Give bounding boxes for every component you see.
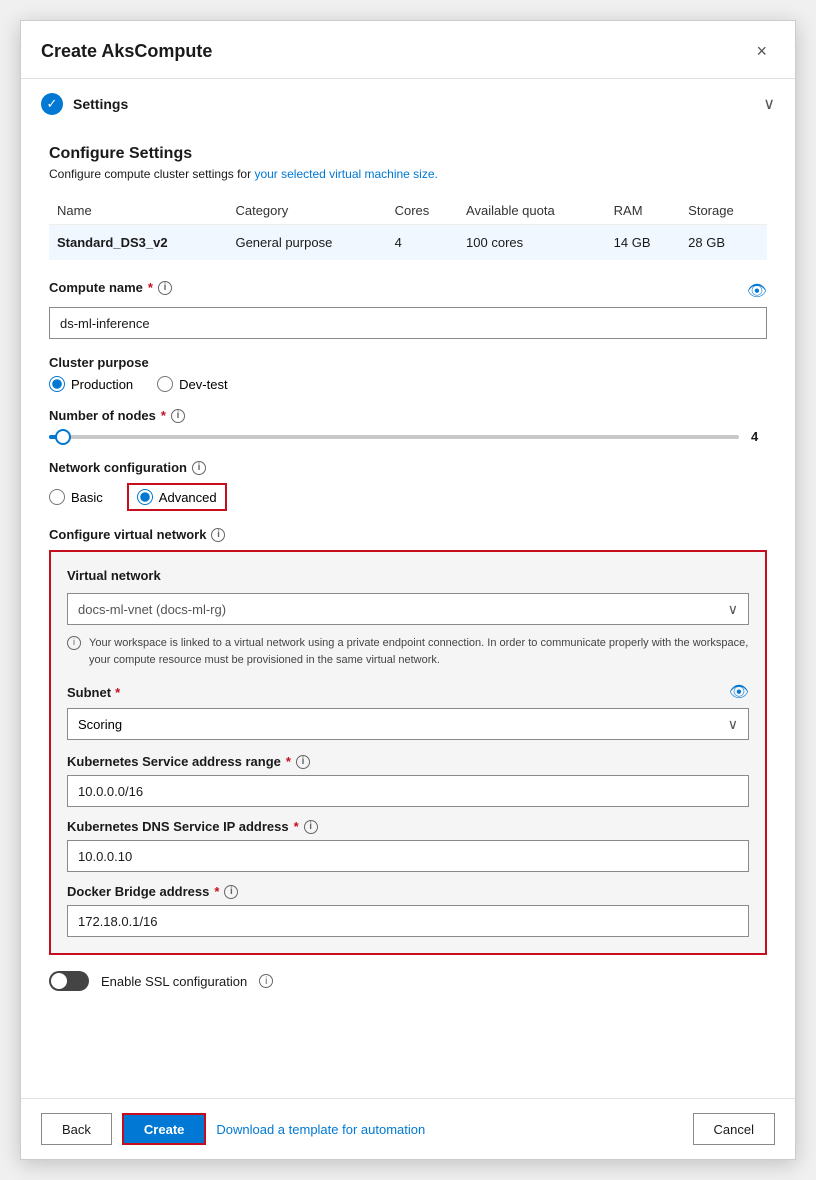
k8s-dns-label: Kubernetes DNS Service IP address * i — [67, 819, 749, 834]
main-content: Configure Settings Configure compute clu… — [21, 129, 795, 1098]
num-nodes-field: Number of nodes * i 4 — [49, 408, 767, 444]
ssl-toggle-info-icon[interactable]: i — [259, 974, 273, 988]
vm-storage: 28 GB — [680, 225, 767, 261]
automation-link[interactable]: Download a template for automation — [216, 1122, 425, 1137]
vnet-dropdown-chevron-icon: ∨ — [728, 601, 738, 618]
subnet-header: Subnet * 👁 — [67, 682, 749, 702]
vm-ram: 14 GB — [606, 225, 681, 261]
chevron-down-icon: ∨ — [763, 94, 775, 114]
required-star: * — [148, 280, 153, 295]
settings-section: ✓ Settings ∨ — [21, 78, 795, 129]
settings-label: Settings — [73, 96, 128, 112]
k8s-service-input[interactable] — [67, 775, 749, 807]
radio-basic-label: Basic — [71, 490, 103, 505]
cluster-purpose-radio-group: Production Dev-test — [49, 376, 767, 392]
vnet-box-title: Virtual network — [67, 568, 749, 583]
compute-name-info-icon[interactable]: i — [158, 281, 172, 295]
compute-name-label: Compute name * i — [49, 280, 172, 295]
vm-quota: 100 cores — [458, 225, 606, 261]
k8s-dns-info-icon[interactable]: i — [304, 820, 318, 834]
network-config-field: Network configuration i Basic Advanced — [49, 460, 767, 511]
vnet-dropdown-value: docs-ml-vnet (docs-ml-rg) — [78, 602, 226, 617]
radio-advanced[interactable]: Advanced — [131, 487, 223, 507]
ssl-toggle-switch[interactable] — [49, 971, 89, 991]
settings-check-icon: ✓ — [41, 93, 63, 115]
subnet-dropdown[interactable]: Scoring ∨ — [67, 708, 749, 740]
vm-cores: 4 — [387, 225, 458, 261]
k8s-service-info-icon[interactable]: i — [296, 755, 310, 769]
radio-dev-test-input[interactable] — [157, 376, 173, 392]
cluster-purpose-field: Cluster purpose Production Dev-test — [49, 355, 767, 392]
radio-production-input[interactable] — [49, 376, 65, 392]
network-config-radio-group: Basic Advanced — [49, 483, 767, 511]
subnet-label: Subnet * — [67, 685, 120, 700]
slider-value: 4 — [751, 429, 767, 444]
configure-settings-subtitle: Configure compute cluster settings for y… — [49, 167, 767, 181]
radio-dev-test[interactable]: Dev-test — [157, 376, 227, 392]
vnet-info-icon: i — [67, 636, 81, 650]
subnet-dropdown-chevron-icon: ∨ — [728, 716, 738, 733]
radio-advanced-input[interactable] — [137, 489, 153, 505]
num-nodes-label: Number of nodes * i — [49, 408, 767, 423]
col-quota: Available quota — [458, 197, 606, 225]
required-star-nodes: * — [161, 408, 166, 423]
settings-accordion-header[interactable]: ✓ Settings ∨ — [21, 79, 795, 129]
vnet-box: Virtual network docs-ml-vnet (docs-ml-rg… — [49, 550, 767, 955]
configure-vnet-label: Configure virtual network i — [49, 527, 767, 542]
ssl-toggle-row: Enable SSL configuration i — [49, 971, 767, 991]
radio-basic-input[interactable] — [49, 489, 65, 505]
dialog-footer: Back Create Download a template for auto… — [21, 1098, 795, 1159]
configure-settings-title: Configure Settings — [49, 129, 767, 163]
cluster-purpose-label: Cluster purpose — [49, 355, 767, 370]
dialog-header: Create AksCompute × — [21, 21, 795, 78]
slider-track[interactable] — [49, 435, 739, 439]
dialog-title: Create AksCompute — [41, 41, 212, 62]
eye-icon[interactable]: 👁 — [747, 281, 767, 301]
toggle-thumb — [51, 973, 67, 989]
col-category: Category — [227, 197, 386, 225]
advanced-radio-border: Advanced — [127, 483, 227, 511]
vm-category: General purpose — [227, 225, 386, 261]
k8s-service-label: Kubernetes Service address range * i — [67, 754, 749, 769]
docker-bridge-info-icon[interactable]: i — [224, 885, 238, 899]
ssl-toggle-label: Enable SSL configuration — [101, 974, 247, 989]
docker-bridge-label: Docker Bridge address * i — [67, 884, 749, 899]
vm-name: Standard_DS3_v2 — [49, 225, 227, 261]
radio-basic[interactable]: Basic — [49, 489, 103, 505]
back-button[interactable]: Back — [41, 1113, 112, 1145]
subnet-dropdown-value: Scoring — [78, 717, 122, 732]
radio-dev-test-label: Dev-test — [179, 377, 227, 392]
docker-bridge-input[interactable] — [67, 905, 749, 937]
vnet-info-note: i Your workspace is linked to a virtual … — [67, 635, 749, 668]
table-row[interactable]: Standard_DS3_v2 General purpose 4 100 co… — [49, 225, 767, 261]
col-cores: Cores — [387, 197, 458, 225]
radio-advanced-label: Advanced — [159, 490, 217, 505]
settings-header-left: ✓ Settings — [41, 93, 128, 115]
col-name: Name — [49, 197, 227, 225]
configure-vnet-info-icon[interactable]: i — [211, 528, 225, 542]
network-config-info-icon[interactable]: i — [192, 461, 206, 475]
nodes-slider-container: 4 — [49, 429, 767, 444]
slider-thumb[interactable] — [55, 429, 71, 445]
col-ram: RAM — [606, 197, 681, 225]
col-storage: Storage — [680, 197, 767, 225]
compute-name-input[interactable] — [49, 307, 767, 339]
cancel-button[interactable]: Cancel — [693, 1113, 775, 1145]
compute-name-field: Compute name * i 👁 — [49, 280, 767, 339]
close-button[interactable]: × — [748, 37, 775, 66]
vnet-link[interactable]: your selected virtual machine size. — [254, 167, 437, 181]
num-nodes-info-icon[interactable]: i — [171, 409, 185, 423]
radio-production-label: Production — [71, 377, 133, 392]
create-button[interactable]: Create — [122, 1113, 206, 1145]
vm-table: Name Category Cores Available quota RAM … — [49, 197, 767, 260]
k8s-dns-input[interactable] — [67, 840, 749, 872]
network-config-label: Network configuration i — [49, 460, 767, 475]
subnet-eye-icon[interactable]: 👁 — [729, 682, 749, 702]
vnet-dropdown[interactable]: docs-ml-vnet (docs-ml-rg) ∨ — [67, 593, 749, 625]
radio-production[interactable]: Production — [49, 376, 133, 392]
create-akscompute-dialog: Create AksCompute × ✓ Settings ∨ Configu… — [20, 20, 796, 1160]
